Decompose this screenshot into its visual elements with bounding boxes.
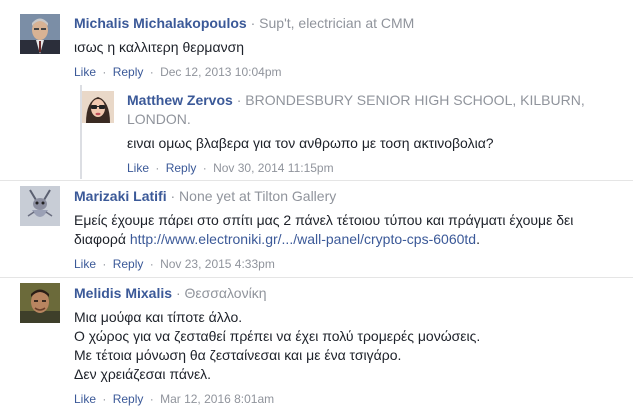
comment-text: Εμείς έχουμε πάρει στο σπίτι μας 2 πάνελ… xyxy=(74,211,623,249)
comment-text-end: . xyxy=(476,231,480,247)
meta-dot: · xyxy=(102,257,107,271)
author-subtitle: Sup't, electrician at CMM xyxy=(259,15,415,31)
reply-link[interactable]: Reply xyxy=(113,257,144,271)
comment-line: Μια μούφα και τίποτε άλλο. xyxy=(74,309,243,325)
reply-link[interactable]: Reply xyxy=(166,161,197,175)
comment-timestamp[interactable]: Nov 23, 2015 4:33pm xyxy=(160,257,275,271)
comment-timestamp[interactable]: Dec 12, 2013 10:04pm xyxy=(160,65,281,79)
author-subtitle: None yet at Tilton Gallery xyxy=(179,188,337,204)
like-link[interactable]: Like xyxy=(74,65,96,79)
comment-2: Marizaki Latifi · None yet at Tilton Gal… xyxy=(0,181,633,277)
meta-dot: · xyxy=(102,65,107,79)
comment-timestamp[interactable]: Nov 30, 2014 11:15pm xyxy=(213,161,334,175)
avatar[interactable] xyxy=(82,91,114,123)
comment-author[interactable]: Michalis Michalakopoulos xyxy=(74,15,247,31)
meta-dot: · xyxy=(149,65,154,79)
avatar[interactable] xyxy=(20,14,60,54)
reply-text: ειναι ομως βλαβερα για τον ανθρωπο με το… xyxy=(127,135,494,151)
comment-author[interactable]: Marizaki Latifi xyxy=(74,188,167,204)
comment-text: Μια μούφα και τίποτε άλλο. Ο χώρος για ν… xyxy=(74,308,623,384)
comment-1: Michalis Michalakopoulos · Sup't, electr… xyxy=(0,0,633,180)
meta-dot: · xyxy=(149,257,154,271)
separator-dot: · xyxy=(175,285,181,301)
avatar[interactable] xyxy=(20,186,60,226)
like-link[interactable]: Like xyxy=(74,392,96,406)
author-subtitle: Θεσσαλονίκη xyxy=(184,285,267,301)
separator-dot: · xyxy=(236,92,242,108)
meta-dot: · xyxy=(102,392,107,406)
reply-link[interactable]: Reply xyxy=(113,392,144,406)
like-link[interactable]: Like xyxy=(74,257,96,271)
comment-line: Δεν χρειάζεσαι πάνελ. xyxy=(74,366,212,382)
comment-line: Ο χώρος για να ζεσταθεί πρέπει να έχει π… xyxy=(74,328,481,344)
reply-link[interactable]: Reply xyxy=(113,65,144,79)
avatar-man-photo-image xyxy=(20,283,60,323)
comment-text: ισως η καλλιτερη θερμανση xyxy=(74,39,245,55)
comment-line: Με τέτοια μόνωση θα ζεσταίνεσαι και με έ… xyxy=(74,347,402,363)
comment-author[interactable]: Melidis Mixalis xyxy=(74,285,172,301)
avatar-sunglasses-image xyxy=(82,91,114,123)
comment-link[interactable]: http://www.electroniki.gr/.../wall-panel… xyxy=(130,231,476,247)
reply-thread: Matthew Zervos · BRONDESBURY SENIOR HIGH… xyxy=(80,85,623,179)
avatar-sketch-creature-image xyxy=(20,186,60,226)
meta-dot: · xyxy=(155,161,160,175)
meta-dot: · xyxy=(149,392,154,406)
avatar[interactable] xyxy=(20,283,60,323)
comment-timestamp[interactable]: Mar 12, 2016 8:01am xyxy=(160,392,274,406)
reply-author[interactable]: Matthew Zervos xyxy=(127,92,233,108)
meta-dot: · xyxy=(202,161,207,175)
avatar-man-suit-image xyxy=(20,14,60,54)
like-link[interactable]: Like xyxy=(127,161,149,175)
separator-dot: · xyxy=(250,15,256,31)
separator-dot: · xyxy=(170,188,176,204)
comment-3: Melidis Mixalis · Θεσσαλονίκη Μια μούφα … xyxy=(0,278,633,408)
